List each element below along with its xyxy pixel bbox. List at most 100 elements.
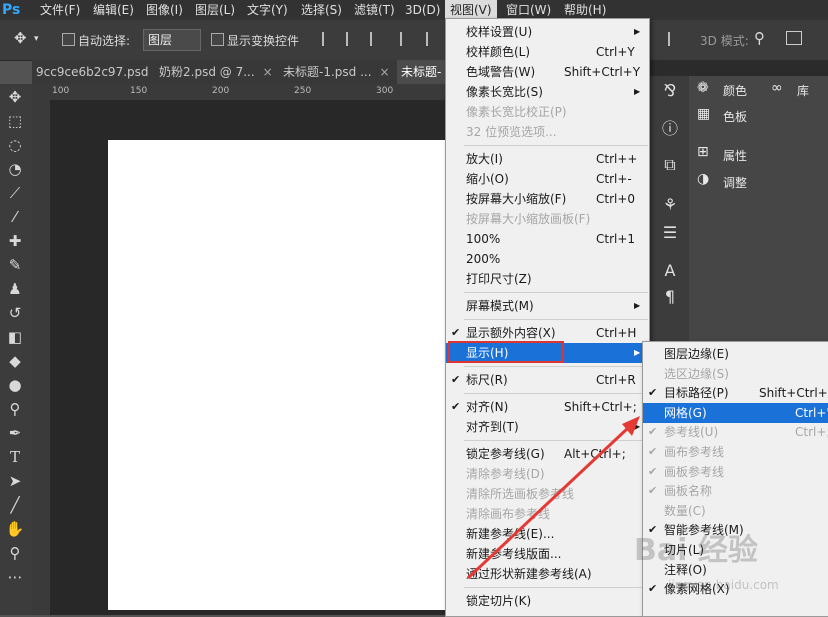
hand-tool-icon[interactable]: ✋ <box>4 518 26 540</box>
watermark-url: jingyan.baidu.com <box>668 578 779 592</box>
paint-bucket-icon[interactable]: ◆ <box>4 350 26 372</box>
view-menu-item[interactable]: 缩小(O) Ctrl+- <box>446 169 649 189</box>
menu-view[interactable]: 视图(V) <box>445 0 497 20</box>
view-menu-item[interactable]: 锁定切片(K) <box>446 591 649 611</box>
type-tool-icon[interactable]: T <box>4 446 26 468</box>
show-submenu-item[interactable]: 图层边缘(E) <box>643 344 828 364</box>
ruler-tick: 200 <box>212 86 230 96</box>
menu-edit[interactable]: 编辑(E) <box>93 0 134 20</box>
view-menu-item[interactable]: 按屏幕大小缩放(F) Ctrl+0 <box>446 189 649 209</box>
view-menu-item[interactable]: ✔ 标尺(R) Ctrl+R <box>446 370 649 390</box>
checkmark-icon: ✔ <box>648 425 658 439</box>
color-panel-label[interactable]: 颜色 <box>723 82 747 99</box>
zoom-tool-icon[interactable]: ⚲ <box>4 542 26 564</box>
menu-item-label: 打印尺寸(Z) <box>466 272 532 286</box>
menu-item-label: 显示额外内容(X) <box>466 326 556 340</box>
close-icon[interactable]: × <box>380 65 390 79</box>
quick-select-tool-icon[interactable]: ◔ <box>4 158 26 180</box>
view-menu-item[interactable]: 像素长宽比(S) ▶ <box>446 82 649 102</box>
submenu-arrow-icon: ▶ <box>634 348 641 357</box>
view-menu-item[interactable]: 100% Ctrl+1 <box>446 229 649 249</box>
swatches-panel-label[interactable]: 色板 <box>723 108 747 125</box>
properties-panel-label[interactable]: 属性 <box>723 147 747 164</box>
dodge-tool-icon[interactable]: ⚲ <box>4 398 26 420</box>
healing-brush-icon[interactable]: ✚ <box>4 230 26 252</box>
layer-comps-icon[interactable]: ⧉ <box>659 154 681 176</box>
tools-panel: ✥ ⬚ ◌ ◔ ⟋ ⁄ ✚ ✎ ♟ ↺ ◧ ◆ ● ⚲ ✒ T ➤ ╱ ✋ ⚲ … <box>0 84 33 615</box>
auto-select-dropdown[interactable]: 图层 <box>143 29 201 51</box>
tool-presets-icon[interactable]: ☰ <box>659 222 681 244</box>
align-vcenter-icon[interactable] <box>346 32 358 46</box>
submenu-arrow-icon: ▶ <box>634 87 641 96</box>
view-menu-item[interactable]: 200% <box>446 249 649 269</box>
tab-document-1[interactable]: 9cc9ce6b2c97.psd× <box>32 60 167 84</box>
move-tool-icon[interactable]: ✥ <box>4 86 26 108</box>
brush-tool-icon[interactable]: ✎ <box>4 254 26 276</box>
view-menu-item[interactable]: 锁定参考线(G) Alt+Ctrl+; <box>446 444 649 464</box>
tab-label: 未标题-1.psd ... <box>283 65 372 79</box>
distribute-icon[interactable] <box>668 32 680 46</box>
lasso-tool-icon[interactable]: ◌ <box>4 134 26 156</box>
tab-document-2[interactable]: 奶粉2.psd @ 7... × <box>155 60 283 84</box>
search-icon[interactable]: ⚲ <box>754 29 765 47</box>
show-transform-checkbox[interactable] <box>211 33 224 46</box>
adjustments-panel-label[interactable]: 调整 <box>723 174 747 191</box>
view-menu-item[interactable]: 校样颜色(L) Ctrl+Y <box>446 42 649 62</box>
workspace-icon[interactable] <box>786 31 802 45</box>
character-panel-icon[interactable]: A <box>659 260 681 282</box>
blur-tool-icon[interactable]: ● <box>4 374 26 396</box>
paragraph-panel-icon[interactable]: ¶ <box>659 286 681 308</box>
line-tool-icon[interactable]: ╱ <box>4 494 26 516</box>
eyedropper-tool-icon[interactable]: ⁄ <box>4 206 26 228</box>
menu-file[interactable]: 文件(F) <box>40 0 80 20</box>
move-tool-icon[interactable]: ✥ <box>14 29 27 47</box>
menu-help[interactable]: 帮助(H) <box>564 0 606 20</box>
libraries-panel-label[interactable]: 库 <box>797 82 809 99</box>
menu-select[interactable]: 选择(S) <box>301 0 342 20</box>
view-menu-item[interactable]: 放大(I) Ctrl++ <box>446 149 649 169</box>
info-panel-icon[interactable]: ⓘ <box>659 118 681 140</box>
view-menu-item[interactable]: 通过形状新建参考线(A) <box>446 564 649 584</box>
align-bottom-icon[interactable] <box>370 32 382 46</box>
view-menu-item[interactable]: 打印尺寸(Z) <box>446 269 649 289</box>
align-top-icon[interactable] <box>322 32 334 46</box>
crop-tool-icon[interactable]: ⟋ <box>4 182 26 204</box>
chevron-down-icon[interactable]: ▾ <box>34 34 39 44</box>
document-canvas[interactable] <box>108 140 446 610</box>
auto-select-checkbox[interactable] <box>62 33 75 46</box>
checkmark-icon: ✔ <box>648 445 658 458</box>
stamp-tool-icon[interactable]: ♟ <box>4 278 26 300</box>
history-panel-icon[interactable]: ⅋ <box>659 80 681 102</box>
view-menu-item[interactable]: ✔ 对齐(N) Shift+Ctrl+; <box>446 397 649 417</box>
tab-document-3[interactable]: 未标题-1.psd ... × <box>279 60 401 84</box>
menu-item-shortcut: Ctrl+- <box>596 172 632 186</box>
brush-settings-icon[interactable]: ⚘ <box>659 194 681 216</box>
menu-layer[interactable]: 图层(L) <box>195 0 235 20</box>
path-select-icon[interactable]: ➤ <box>4 470 26 492</box>
eraser-tool-icon[interactable]: ◧ <box>4 326 26 348</box>
align-left-icon[interactable] <box>400 32 412 46</box>
history-brush-icon[interactable]: ↺ <box>4 302 26 324</box>
menu-filter[interactable]: 滤镜(T) <box>354 0 395 20</box>
menu-3d[interactable]: 3D(D) <box>405 0 440 20</box>
menu-type[interactable]: 文字(Y) <box>247 0 288 20</box>
tab-document-active[interactable]: 未标题- <box>397 60 450 84</box>
view-menu-item[interactable]: 对齐到(T) ▶ <box>446 417 649 437</box>
view-menu-item[interactable]: ✔ 显示额外内容(X) Ctrl+H <box>446 323 649 343</box>
pen-tool-icon[interactable]: ✒ <box>4 422 26 444</box>
menu-item-label: 锁定参考线(G) <box>466 447 545 461</box>
menu-item-label: 按屏幕大小缩放(F) <box>466 192 567 206</box>
align-hcenter-icon[interactable] <box>426 32 438 46</box>
menu-image[interactable]: 图像(I) <box>146 0 183 20</box>
menu-window[interactable]: 窗口(W) <box>506 0 551 20</box>
view-menu-item[interactable]: 色域警告(W) Shift+Ctrl+Y <box>446 62 649 82</box>
view-menu-item[interactable]: 新建参考线版面... <box>446 544 649 564</box>
close-icon[interactable]: × <box>263 65 273 79</box>
view-menu-item[interactable]: 校样设置(U) ▶ <box>446 22 649 42</box>
show-submenu-item[interactable]: 网格(G) Ctrl+' <box>643 402 828 423</box>
view-menu-item[interactable]: 屏幕模式(M) ▶ <box>446 296 649 316</box>
show-submenu-item[interactable]: ✔ 目标路径(P) Shift+Ctrl+H <box>643 383 828 403</box>
more-tools-icon[interactable]: ⋯ <box>4 566 26 588</box>
view-menu-item[interactable]: 新建参考线(E)... <box>446 524 649 544</box>
marquee-tool-icon[interactable]: ⬚ <box>4 110 26 132</box>
